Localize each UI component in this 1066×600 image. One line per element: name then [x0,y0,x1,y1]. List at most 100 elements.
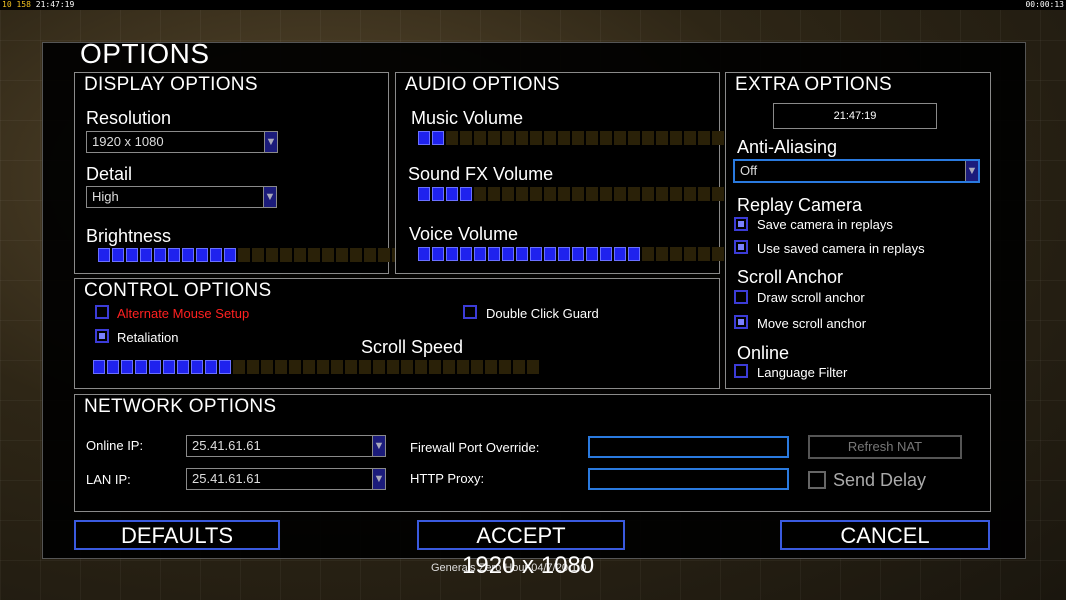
slider-segment[interactable] [614,187,626,201]
slider-segment[interactable] [544,247,556,261]
slider-segment[interactable] [684,131,696,145]
online-ip-dropdown[interactable]: 25.41.61.61 ▼ [186,435,386,457]
slider-segment[interactable] [350,248,362,262]
slider-segment[interactable] [485,360,497,374]
slider-segment[interactable] [628,247,640,261]
slider-segment[interactable] [378,248,390,262]
slider-segment[interactable] [135,360,147,374]
slider-segment[interactable] [471,360,483,374]
slider-segment[interactable] [163,360,175,374]
slider-segment[interactable] [446,247,458,261]
chevron-down-icon[interactable]: ▼ [372,469,385,489]
slider-segment[interactable] [205,360,217,374]
slider-segment[interactable] [474,187,486,201]
defaults-button[interactable]: DEFAULTS [74,520,280,550]
lan-ip-dropdown[interactable]: 25.41.61.61 ▼ [186,468,386,490]
draw-scroll-anchor-checkbox[interactable] [734,290,748,304]
slider-segment[interactable] [210,248,222,262]
accept-button[interactable]: ACCEPT [417,520,625,550]
slider-segment[interactable] [252,248,264,262]
slider-segment[interactable] [140,248,152,262]
slider-segment[interactable] [289,360,301,374]
save-camera-checkbox[interactable] [734,217,748,231]
slider-segment[interactable] [387,360,399,374]
slider-segment[interactable] [432,247,444,261]
move-scroll-anchor-checkbox[interactable] [734,315,748,329]
slider-segment[interactable] [191,360,203,374]
slider-segment[interactable] [474,247,486,261]
slider-segment[interactable] [558,247,570,261]
slider-segment[interactable] [247,360,259,374]
anti-aliasing-dropdown[interactable]: Off ▼ [733,159,980,183]
slider-segment[interactable] [345,360,357,374]
slider-segment[interactable] [544,131,556,145]
slider-segment[interactable] [530,131,542,145]
slider-segment[interactable] [586,131,598,145]
slider-segment[interactable] [112,248,124,262]
slider-segment[interactable] [558,131,570,145]
slider-segment[interactable] [586,187,598,201]
slider-segment[interactable] [275,360,287,374]
chevron-down-icon[interactable]: ▼ [263,187,276,207]
slider-segment[interactable] [488,131,500,145]
slider-segment[interactable] [684,187,696,201]
slider-segment[interactable] [364,248,376,262]
slider-segment[interactable] [266,248,278,262]
slider-segment[interactable] [415,360,427,374]
http-proxy-input[interactable] [588,468,789,490]
use-saved-camera-checkbox[interactable] [734,240,748,254]
slider-segment[interactable] [712,187,724,201]
slider-segment[interactable] [418,247,430,261]
slider-segment[interactable] [432,187,444,201]
cancel-button[interactable]: CANCEL [780,520,990,550]
alternate-mouse-checkbox[interactable] [95,305,109,319]
brightness-slider[interactable] [98,248,432,262]
slider-segment[interactable] [107,360,119,374]
slider-segment[interactable] [182,248,194,262]
slider-segment[interactable] [177,360,189,374]
detail-dropdown[interactable]: High ▼ [86,186,277,208]
slider-segment[interactable] [233,360,245,374]
slider-segment[interactable] [642,131,654,145]
slider-segment[interactable] [331,360,343,374]
scroll-speed-slider[interactable] [93,360,539,374]
slider-segment[interactable] [429,360,441,374]
slider-segment[interactable] [154,248,166,262]
slider-segment[interactable] [670,187,682,201]
slider-segment[interactable] [121,360,133,374]
voice-volume-slider[interactable] [418,247,752,261]
chevron-down-icon[interactable]: ▼ [965,161,978,181]
slider-segment[interactable] [432,131,444,145]
slider-segment[interactable] [516,131,528,145]
slider-segment[interactable] [502,187,514,201]
slider-segment[interactable] [460,187,472,201]
slider-segment[interactable] [418,187,430,201]
slider-segment[interactable] [196,248,208,262]
slider-segment[interactable] [488,187,500,201]
slider-segment[interactable] [359,360,371,374]
slider-segment[interactable] [614,131,626,145]
slider-segment[interactable] [642,247,654,261]
slider-segment[interactable] [544,187,556,201]
slider-segment[interactable] [499,360,511,374]
language-filter-checkbox[interactable] [734,364,748,378]
slider-segment[interactable] [670,247,682,261]
slider-segment[interactable] [527,360,539,374]
slider-segment[interactable] [656,131,668,145]
slider-segment[interactable] [373,360,385,374]
slider-segment[interactable] [656,187,668,201]
chevron-down-icon[interactable]: ▼ [372,436,385,456]
slider-segment[interactable] [628,131,640,145]
slider-segment[interactable] [600,187,612,201]
slider-segment[interactable] [502,131,514,145]
slider-segment[interactable] [698,247,710,261]
slider-segment[interactable] [516,187,528,201]
slider-segment[interactable] [600,247,612,261]
slider-segment[interactable] [656,247,668,261]
slider-segment[interactable] [572,187,584,201]
slider-segment[interactable] [224,248,236,262]
slider-segment[interactable] [530,247,542,261]
slider-segment[interactable] [443,360,455,374]
firewall-port-input[interactable] [588,436,789,458]
slider-segment[interactable] [670,131,682,145]
